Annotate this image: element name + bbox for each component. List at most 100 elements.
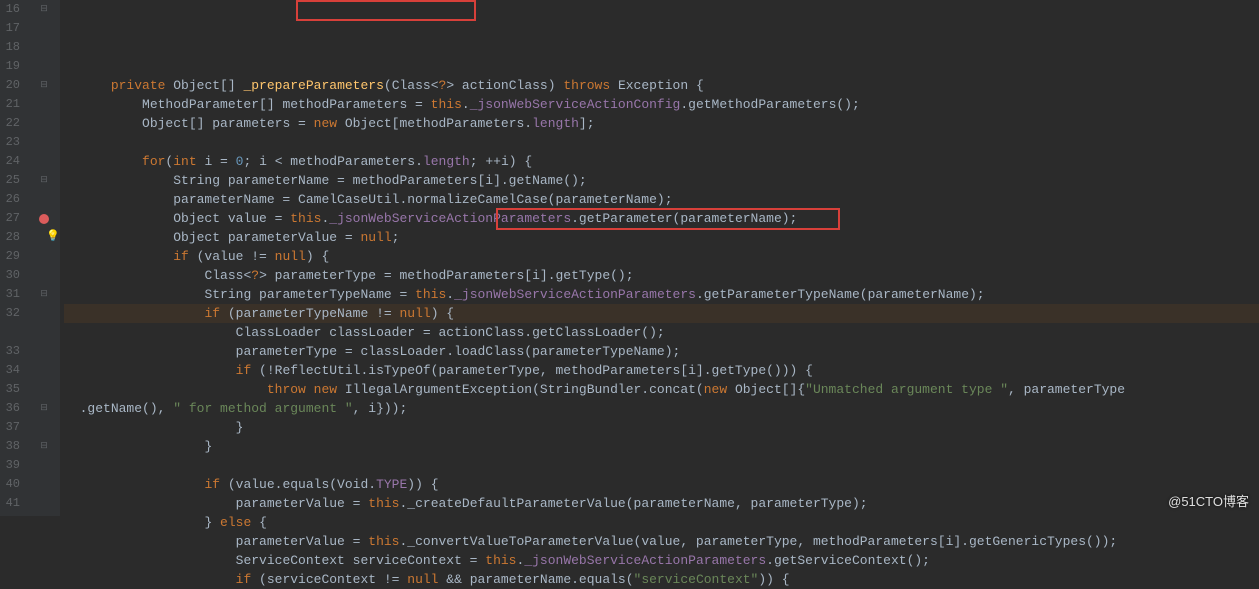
icon-gutter[interactable]: ⊟ ⊟ ⊟ 💡 ⊟ ⊟ ⊟	[28, 0, 60, 516]
gutter-cell[interactable]: ⊟	[28, 437, 60, 456]
line-number[interactable]: 34	[4, 361, 20, 380]
gutter-cell[interactable]: ⊟	[28, 0, 60, 19]
code-line[interactable]: MethodParameter[] methodParameters = thi…	[64, 95, 1259, 114]
line-number[interactable]: 26	[4, 190, 20, 209]
line-number[interactable]: 40	[4, 475, 20, 494]
gutter-cell[interactable]	[28, 133, 60, 152]
line-number[interactable]: 27	[4, 209, 20, 228]
gutter-cell[interactable]	[28, 342, 60, 361]
code-line[interactable]: .getName(), " for method argument ", i})…	[64, 399, 1259, 418]
gutter-cell[interactable]	[28, 95, 60, 114]
code-line[interactable]: ClassLoader classLoader = actionClass.ge…	[64, 323, 1259, 342]
gutter-cell[interactable]: ⊟	[28, 399, 60, 418]
line-number-gutter[interactable]: 1617181920212223242526272829303132 333435…	[0, 0, 28, 516]
line-number[interactable]: 33	[4, 342, 20, 361]
code-line[interactable]: Object parameterValue = null;	[64, 228, 1259, 247]
code-line[interactable]: private Object[] _prepareParameters(Clas…	[64, 76, 1259, 95]
token-name: ; ++i) {	[470, 154, 532, 169]
gutter-cell[interactable]	[28, 380, 60, 399]
gutter-cell[interactable]	[28, 361, 60, 380]
line-number[interactable]: 16	[4, 0, 20, 19]
token-name: , i}));	[353, 401, 408, 416]
line-number[interactable]: 23	[4, 133, 20, 152]
code-line[interactable]: if (value != null) {	[64, 247, 1259, 266]
gutter-cell[interactable]: ⊟	[28, 171, 60, 190]
code-line[interactable]: parameterValue = this._createDefaultPara…	[64, 494, 1259, 513]
gutter-cell[interactable]	[28, 323, 60, 342]
code-area[interactable]: private Object[] _prepareParameters(Clas…	[60, 0, 1259, 516]
code-line[interactable]: String parameterTypeName = this._jsonWeb…	[64, 285, 1259, 304]
line-number[interactable]: 29	[4, 247, 20, 266]
line-number[interactable]: 30	[4, 266, 20, 285]
code-line[interactable]: if (!ReflectUtil.isTypeOf(parameterType,…	[64, 361, 1259, 380]
gutter-cell[interactable]	[28, 304, 60, 323]
line-number[interactable]: 17	[4, 19, 20, 38]
line-number[interactable]: 41	[4, 494, 20, 513]
token-name: (value !=	[197, 249, 275, 264]
breakpoint-icon[interactable]	[39, 214, 49, 224]
code-line[interactable]: Class<?> parameterType = methodParameter…	[64, 266, 1259, 285]
token-field: length	[423, 154, 470, 169]
gutter-cell[interactable]: ⊟	[28, 76, 60, 95]
fold-icon[interactable]: ⊟	[40, 285, 48, 304]
gutter-cell[interactable]	[28, 114, 60, 133]
line-number[interactable]: 28	[4, 228, 20, 247]
fold-icon[interactable]: ⊟	[40, 76, 48, 95]
code-line[interactable]: if (value.equals(Void.TYPE)) {	[64, 475, 1259, 494]
line-number[interactable]: 20	[4, 76, 20, 95]
code-line[interactable]: for(int i = 0; i < methodParameters.leng…	[64, 152, 1259, 171]
code-line[interactable]: }	[64, 418, 1259, 437]
code-line[interactable]	[64, 456, 1259, 475]
code-line[interactable]: }	[64, 437, 1259, 456]
token-name: (parameterTypeName !=	[228, 306, 400, 321]
code-line[interactable]: ServiceContext serviceContext = this._js…	[64, 551, 1259, 570]
line-number[interactable]: 38	[4, 437, 20, 456]
gutter-cell[interactable]	[28, 190, 60, 209]
token-name: MethodParameter[] methodParameters =	[142, 97, 431, 112]
code-line[interactable]: if (serviceContext != null && parameterN…	[64, 570, 1259, 589]
line-number[interactable]: 35	[4, 380, 20, 399]
fold-icon[interactable]: ⊟	[40, 0, 48, 19]
gutter-cell[interactable]	[28, 19, 60, 38]
line-number[interactable]: 32	[4, 304, 20, 323]
code-line[interactable]	[64, 133, 1259, 152]
code-line[interactable]: throw new IllegalArgumentException(Strin…	[64, 380, 1259, 399]
gutter-cell[interactable]	[28, 57, 60, 76]
line-number[interactable]: 25	[4, 171, 20, 190]
gutter-cell[interactable]	[28, 209, 60, 228]
line-number[interactable]: 18	[4, 38, 20, 57]
gutter-cell[interactable]	[28, 456, 60, 475]
line-number[interactable]: 31	[4, 285, 20, 304]
line-number[interactable]: 36	[4, 399, 20, 418]
gutter-cell[interactable]: ⊟	[28, 285, 60, 304]
line-number[interactable]: 19	[4, 57, 20, 76]
code-line[interactable]: parameterType = classLoader.loadClass(pa…	[64, 342, 1259, 361]
token-pun: .	[517, 553, 525, 568]
intention-bulb-icon[interactable]: 💡	[46, 228, 60, 247]
gutter-cell[interactable]	[28, 152, 60, 171]
gutter-cell[interactable]	[28, 494, 60, 513]
gutter-cell[interactable]: 💡	[28, 228, 60, 247]
line-number[interactable]: 22	[4, 114, 20, 133]
gutter-cell[interactable]	[28, 247, 60, 266]
code-line[interactable]: String parameterName = methodParameters[…	[64, 171, 1259, 190]
gutter-cell[interactable]	[28, 418, 60, 437]
code-editor[interactable]: 1617181920212223242526272829303132 333435…	[0, 0, 1259, 516]
line-number[interactable]: 21	[4, 95, 20, 114]
fold-icon[interactable]: ⊟	[40, 437, 48, 456]
gutter-cell[interactable]	[28, 475, 60, 494]
line-number[interactable]: 24	[4, 152, 20, 171]
fold-icon[interactable]: ⊟	[40, 171, 48, 190]
code-line[interactable]: Object[] parameters = new Object[methodP…	[64, 114, 1259, 133]
gutter-cell[interactable]	[28, 266, 60, 285]
code-line[interactable]: Object value = this._jsonWebServiceActio…	[64, 209, 1259, 228]
token-kw: new	[704, 382, 735, 397]
fold-icon[interactable]: ⊟	[40, 399, 48, 418]
code-line[interactable]: parameterValue = this._convertValueToPar…	[64, 532, 1259, 551]
line-number[interactable]	[4, 323, 20, 342]
code-line[interactable]: parameterName = CamelCaseUtil.normalizeC…	[64, 190, 1259, 209]
code-line[interactable]: if (parameterTypeName != null) {	[64, 304, 1259, 323]
line-number[interactable]: 39	[4, 456, 20, 475]
line-number[interactable]: 37	[4, 418, 20, 437]
gutter-cell[interactable]	[28, 38, 60, 57]
